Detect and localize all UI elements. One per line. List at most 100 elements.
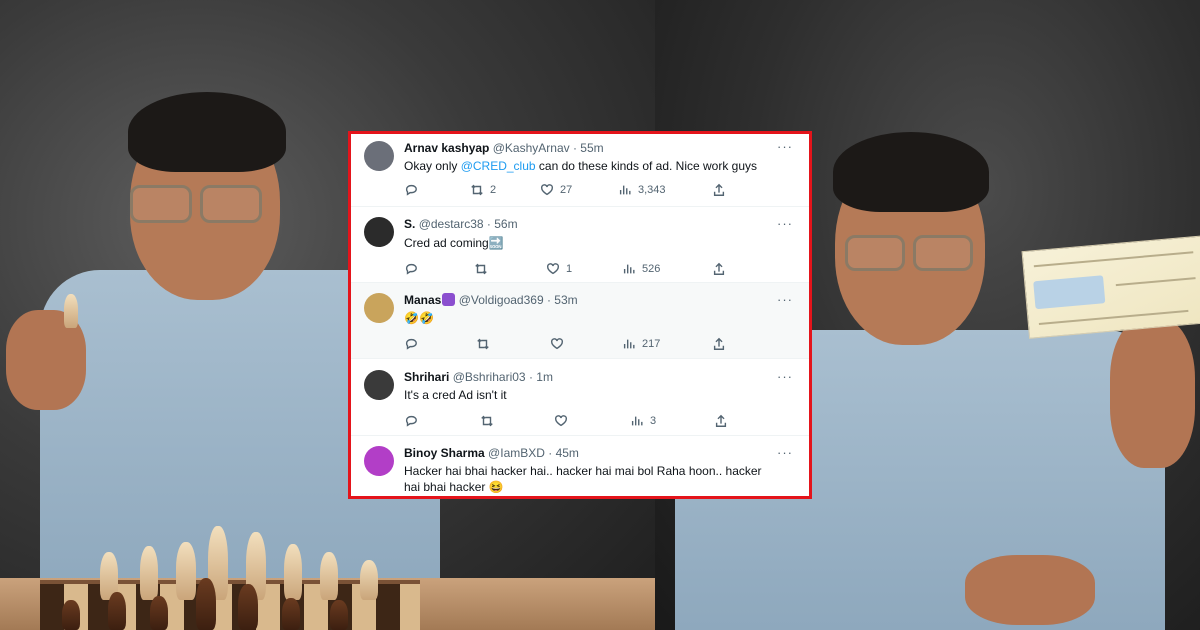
more-icon[interactable]: ··· xyxy=(777,446,793,459)
tweet-header: Shrihari @Bshrihari03 · 1m xyxy=(404,370,553,384)
chess-piece xyxy=(108,592,126,630)
tweet-text: Hacker hai bhai hacker hai.. hacker hai … xyxy=(404,464,762,494)
like-count: 27 xyxy=(560,184,573,196)
tweet-text: It's a cred Ad isn't it xyxy=(404,388,507,402)
share-button[interactable] xyxy=(712,336,726,352)
chess-piece xyxy=(176,542,196,600)
user-handle[interactable]: @destarc38 xyxy=(419,217,484,231)
cheque xyxy=(1021,235,1200,339)
avatar[interactable] xyxy=(364,217,394,247)
more-icon[interactable]: ··· xyxy=(777,140,793,153)
left-person-glasses-right xyxy=(200,185,262,223)
views-count: 526 xyxy=(642,263,661,275)
user-name[interactable]: Shrihari xyxy=(404,370,449,384)
tweet-header: Arnav kashyap @KashyArnav · 55m xyxy=(404,141,604,155)
tweet-text-part: Okay only xyxy=(404,159,461,173)
views-icon xyxy=(623,264,635,274)
views-button[interactable]: 3,343 xyxy=(618,182,666,198)
views-button[interactable]: 3 xyxy=(630,413,656,429)
user-handle[interactable]: @Voldigoad369 xyxy=(459,293,544,307)
retweet-button[interactable]: 2 xyxy=(470,182,496,198)
reply-icon xyxy=(405,338,417,350)
cheque-line xyxy=(1033,251,1194,268)
tweet-time[interactable]: · 55m xyxy=(573,141,604,155)
user-name[interactable]: Arnav kashyap xyxy=(404,141,489,155)
like-count: 1 xyxy=(566,263,573,275)
retweet-icon xyxy=(471,184,483,196)
like-icon xyxy=(551,338,563,350)
more-icon[interactable]: ··· xyxy=(777,293,793,306)
user-name[interactable]: S. xyxy=(404,217,415,231)
views-button[interactable]: 217 xyxy=(622,336,660,352)
chess-piece xyxy=(150,596,168,630)
tweet[interactable]: Manas @Voldigoad369 · 53m ··· 🤣🤣 217 xyxy=(351,283,809,359)
tweet-text-part: can do these kinds of ad. Nice work guys xyxy=(535,159,758,173)
like-button[interactable]: 1 xyxy=(546,261,572,277)
chess-piece xyxy=(282,598,300,630)
right-person-hand xyxy=(1110,318,1195,468)
user-handle[interactable]: @KashyArnav xyxy=(493,141,570,155)
emoji-badge-icon xyxy=(442,293,456,306)
chess-piece xyxy=(238,584,258,630)
user-handle[interactable]: @IamBXD xyxy=(488,446,545,460)
tweet-text: 🤣🤣 xyxy=(404,311,434,325)
tweet-actions: 1 526 xyxy=(404,261,744,277)
like-button[interactable] xyxy=(550,336,570,352)
retweet-button[interactable] xyxy=(480,413,500,429)
reply-button[interactable] xyxy=(404,336,418,352)
left-person-hair xyxy=(128,92,286,172)
mention-link[interactable]: @CRED_club xyxy=(461,159,536,173)
share-button[interactable] xyxy=(714,413,728,429)
user-name[interactable]: Manas xyxy=(404,293,441,307)
tweet-actions: 3 xyxy=(404,413,744,429)
share-button[interactable] xyxy=(712,261,726,277)
avatar[interactable] xyxy=(364,370,394,400)
share-icon xyxy=(715,414,727,427)
like-icon xyxy=(541,184,553,196)
tweet[interactable]: Arnav kashyap @KashyArnav · 55m ··· Okay… xyxy=(351,134,809,207)
more-icon[interactable]: ··· xyxy=(777,370,793,383)
avatar[interactable] xyxy=(364,141,394,171)
reply-button[interactable] xyxy=(404,261,418,277)
user-handle[interactable]: @Bshrihari03 xyxy=(453,370,526,384)
tweet-replies-screenshot: Arnav kashyap @KashyArnav · 55m ··· Okay… xyxy=(348,131,812,499)
tweet-text: Cred ad coming🔜 xyxy=(404,236,504,250)
tweet-time[interactable]: · 1m xyxy=(529,370,553,384)
tweet[interactable]: S. @destarc38 · 56m ··· Cred ad coming🔜 … xyxy=(351,207,809,283)
retweet-icon xyxy=(481,415,493,427)
tweet-time[interactable]: · 56m xyxy=(487,217,518,231)
tweet-actions: 2 27 3,343 xyxy=(404,182,744,198)
like-button[interactable]: 27 xyxy=(540,182,572,198)
retweet-icon xyxy=(475,263,487,275)
views-icon xyxy=(619,185,631,195)
tweet[interactable]: Binoy Sharma @IamBXD · 45m ··· Hacker ha… xyxy=(351,436,809,496)
more-icon[interactable]: ··· xyxy=(777,217,793,230)
reply-icon xyxy=(405,415,417,427)
avatar[interactable] xyxy=(364,293,394,323)
cheque-line xyxy=(1038,309,1189,325)
tweet[interactable]: Shrihari @Bshrihari03 · 1m ··· It's a cr… xyxy=(351,359,809,436)
user-name[interactable]: Binoy Sharma xyxy=(404,446,485,460)
retweet-button[interactable] xyxy=(474,261,494,277)
share-icon xyxy=(713,337,725,350)
avatar[interactable] xyxy=(364,446,394,476)
right-person-hand-table xyxy=(965,555,1095,625)
share-button[interactable] xyxy=(712,182,726,198)
retweet-icon xyxy=(477,338,489,350)
chess-piece xyxy=(196,578,216,630)
reply-button[interactable] xyxy=(404,182,418,198)
views-button[interactable]: 526 xyxy=(622,261,660,277)
tweet-text: Okay only @CRED_club can do these kinds … xyxy=(404,158,795,174)
cheque-line xyxy=(1115,277,1196,287)
tweet-time[interactable]: · 45m xyxy=(548,446,579,460)
like-icon xyxy=(547,263,559,275)
reply-button[interactable] xyxy=(404,413,418,429)
chess-piece xyxy=(320,552,338,600)
retweet-count: 2 xyxy=(490,184,497,196)
chess-piece xyxy=(140,546,158,600)
views-count: 3 xyxy=(650,415,657,427)
like-button[interactable] xyxy=(554,413,574,429)
retweet-button[interactable] xyxy=(476,336,496,352)
tweet-time[interactable]: · 53m xyxy=(547,293,578,307)
right-person-hair xyxy=(833,132,989,212)
